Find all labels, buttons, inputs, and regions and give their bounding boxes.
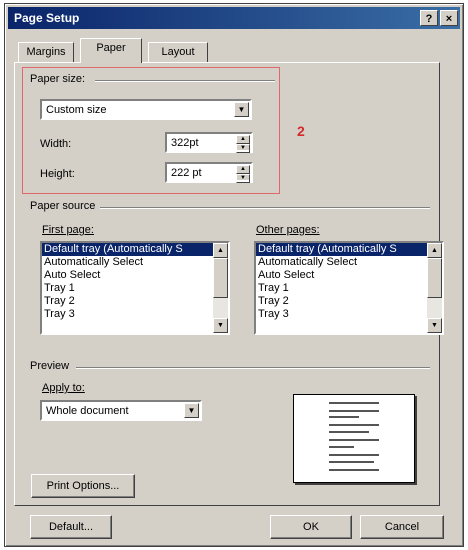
other-pages-scrollbar[interactable]: ▲ ▼ [427,243,442,333]
list-item[interactable]: Tray 2 [256,295,442,308]
chevron-down-icon[interactable]: ▼ [234,102,249,117]
preview-page [293,394,415,483]
other-pages-label: Other pages: [256,224,320,236]
scroll-down-icon[interactable]: ▼ [427,318,442,333]
list-item[interactable]: Tray 3 [42,308,228,321]
tab-margins-label: Margins [26,46,66,58]
scroll-up-icon[interactable]: ▲ [427,243,442,258]
cancel-button[interactable]: Cancel [360,515,444,539]
tab-layout[interactable]: Layout [148,42,208,62]
first-page-scrollbar[interactable]: ▲ ▼ [213,243,228,333]
other-pages-list[interactable]: Default tray (Automatically S Automatica… [254,241,444,335]
annotation-number: 2 [297,123,305,139]
title-bar[interactable]: Page Setup ? × [8,7,460,29]
scroll-up-icon[interactable]: ▲ [213,243,228,258]
scroll-thumb[interactable] [213,258,228,298]
tab-paper-label: Paper [96,42,126,54]
scroll-down-icon[interactable]: ▼ [213,318,228,333]
preview-line [329,402,379,404]
paper-source-label: Paper source [30,200,96,212]
preview-line [329,469,379,471]
paper-source-separator [100,207,430,209]
chevron-down-icon[interactable]: ▼ [184,403,199,418]
preview-line [329,424,379,426]
print-options-button[interactable]: Print Options... [31,474,135,498]
spinner-arrows-icon[interactable]: ▲ ▼ [236,165,250,183]
height-value: 222 pt [171,167,202,179]
scroll-thumb[interactable] [427,258,442,298]
list-item[interactable]: Automatically Select [256,256,442,269]
height-label: Height: [40,168,75,180]
paper-size-separator [95,80,275,82]
preview-line [329,461,374,463]
width-input[interactable]: 322pt ▲ ▼ [165,132,253,153]
list-item[interactable]: Default tray (Automatically S [256,243,442,256]
preview-line [329,454,379,456]
apply-to-label: Apply to: [42,382,85,394]
preview-line [329,439,379,441]
list-item[interactable]: Tray 1 [256,282,442,295]
close-button[interactable]: × [440,10,458,26]
paper-size-label: Paper size: [30,73,86,85]
preview-separator [76,367,430,369]
preview-line [329,410,379,412]
preview-line [329,416,359,418]
height-input[interactable]: 222 pt ▲ ▼ [165,162,253,183]
ok-button[interactable]: OK [270,515,352,539]
preview-line [329,446,354,448]
list-item[interactable]: Auto Select [42,269,228,282]
first-page-label: First page: [42,224,94,236]
list-item[interactable]: Tray 3 [256,308,442,321]
apply-to-value: Whole document [46,405,129,417]
tab-layout-label: Layout [161,46,195,58]
window-title: Page Setup [14,11,80,25]
tab-paper[interactable]: Paper [80,38,142,63]
apply-to-select[interactable]: Whole document ▼ [40,400,202,421]
preview-label: Preview [30,360,70,372]
list-item[interactable]: Tray 2 [42,295,228,308]
preview-line [329,431,369,433]
default-button[interactable]: Default... [30,515,112,539]
list-item[interactable]: Default tray (Automatically S [42,243,228,256]
tab-margins[interactable]: Margins [18,42,74,62]
spinner-arrows-icon[interactable]: ▲ ▼ [236,135,250,153]
paper-size-value: Custom size [46,104,107,116]
first-page-list[interactable]: Default tray (Automatically S Automatica… [40,241,230,335]
width-label: Width: [40,138,72,150]
width-value: 322pt [171,137,199,149]
list-item[interactable]: Auto Select [256,269,442,282]
help-button[interactable]: ? [420,10,438,26]
list-item[interactable]: Automatically Select [42,256,228,269]
paper-size-select[interactable]: Custom size ▼ [40,99,252,120]
list-item[interactable]: Tray 1 [42,282,228,295]
